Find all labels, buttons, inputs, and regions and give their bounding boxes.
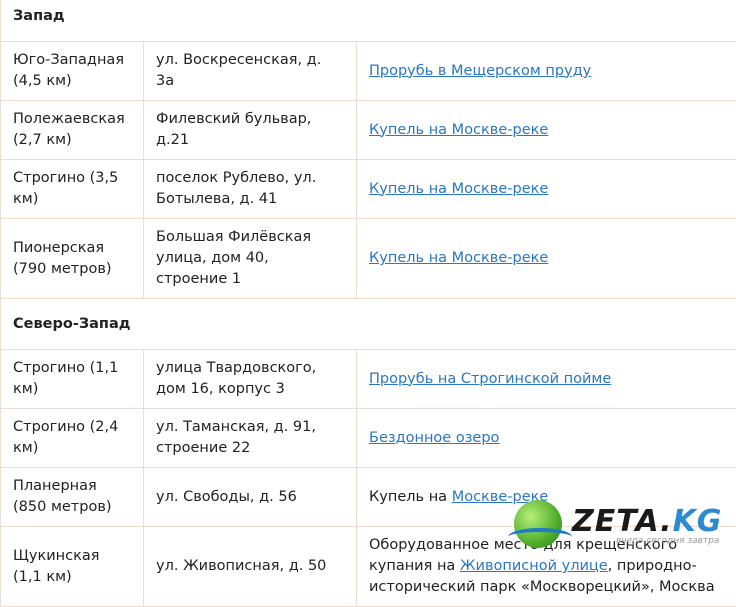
description-cell: Прорубь в Мещерском пруду [357, 42, 736, 101]
metro-cell: Строгино (1,1 км) [1, 350, 144, 409]
description-cell: Прорубь на Строгинской пойме [357, 350, 736, 409]
zeta-kg-watermark: ZETA.KG вчера сегодня завтра [508, 496, 736, 554]
table-row: Строгино (2,4 км)ул. Таманская, д. 91, с… [1, 409, 736, 468]
address-cell: Филевский бульвар, д.21 [144, 101, 357, 160]
watermark-tagline: вчера сегодня завтра [616, 536, 719, 546]
wave-icon [508, 528, 572, 546]
location-link[interactable]: Бездонное озеро [369, 430, 499, 446]
location-link[interactable]: Прорубь в Мещерском пруду [369, 63, 591, 79]
metro-cell: Полежаевская (2,7 км) [1, 101, 144, 160]
table-row: Строгино (1,1 км)улица Твардовского, дом… [1, 350, 736, 409]
section-header-row: Северо-Запад [1, 299, 736, 350]
address-cell: поселок Рублево, ул. Ботылева, д. 41 [144, 160, 357, 219]
table-row: Строгино (3,5 км)поселок Рублево, ул. Бо… [1, 160, 736, 219]
location-link[interactable]: Купель на Москве-реке [369, 181, 548, 197]
table-row: Полежаевская (2,7 км)Филевский бульвар, … [1, 101, 736, 160]
watermark-logo: ZETA.KG [572, 504, 722, 539]
description-prefix: Купель на [369, 489, 452, 505]
location-link[interactable]: Купель на Москве-реке [369, 250, 548, 266]
location-link[interactable]: Живописной улице [460, 558, 608, 574]
table-row: Юго-Западная (4,5 км)ул. Воскресенская, … [1, 42, 736, 101]
location-link[interactable]: Купель на Москве-реке [369, 122, 548, 138]
description-cell: Купель на Москве-реке [357, 160, 736, 219]
section-title: Северо-Запад [1, 299, 736, 350]
metro-cell: Пионерская (790 метров) [1, 219, 144, 299]
metro-cell: Строгино (3,5 км) [1, 160, 144, 219]
metro-cell: Планерная (850 метров) [1, 468, 144, 527]
table-row: Пионерская (790 метров)Большая Филёвская… [1, 219, 736, 299]
location-link[interactable]: Прорубь на Строгинской пойме [369, 371, 611, 387]
metro-cell: Строгино (2,4 км) [1, 409, 144, 468]
address-cell: ул. Воскресенская, д. 3а [144, 42, 357, 101]
metro-cell: Юго-Западная (4,5 км) [1, 42, 144, 101]
metro-cell: Щукинская (1,1 км) [1, 527, 144, 607]
address-cell: улица Твардовского, дом 16, корпус 3 [144, 350, 357, 409]
section-header-row: Запад [1, 0, 736, 42]
address-cell: ул. Живописная, д. 50 [144, 527, 357, 607]
address-cell: Большая Филёвская улица, дом 40, строени… [144, 219, 357, 299]
description-cell: Бездонное озеро [357, 409, 736, 468]
description-cell: Купель на Москве-реке [357, 101, 736, 160]
description-cell: Купель на Москве-реке [357, 219, 736, 299]
address-cell: ул. Таманская, д. 91, строение 22 [144, 409, 357, 468]
section-title: Запад [1, 0, 736, 42]
address-cell: ул. Свободы, д. 56 [144, 468, 357, 527]
